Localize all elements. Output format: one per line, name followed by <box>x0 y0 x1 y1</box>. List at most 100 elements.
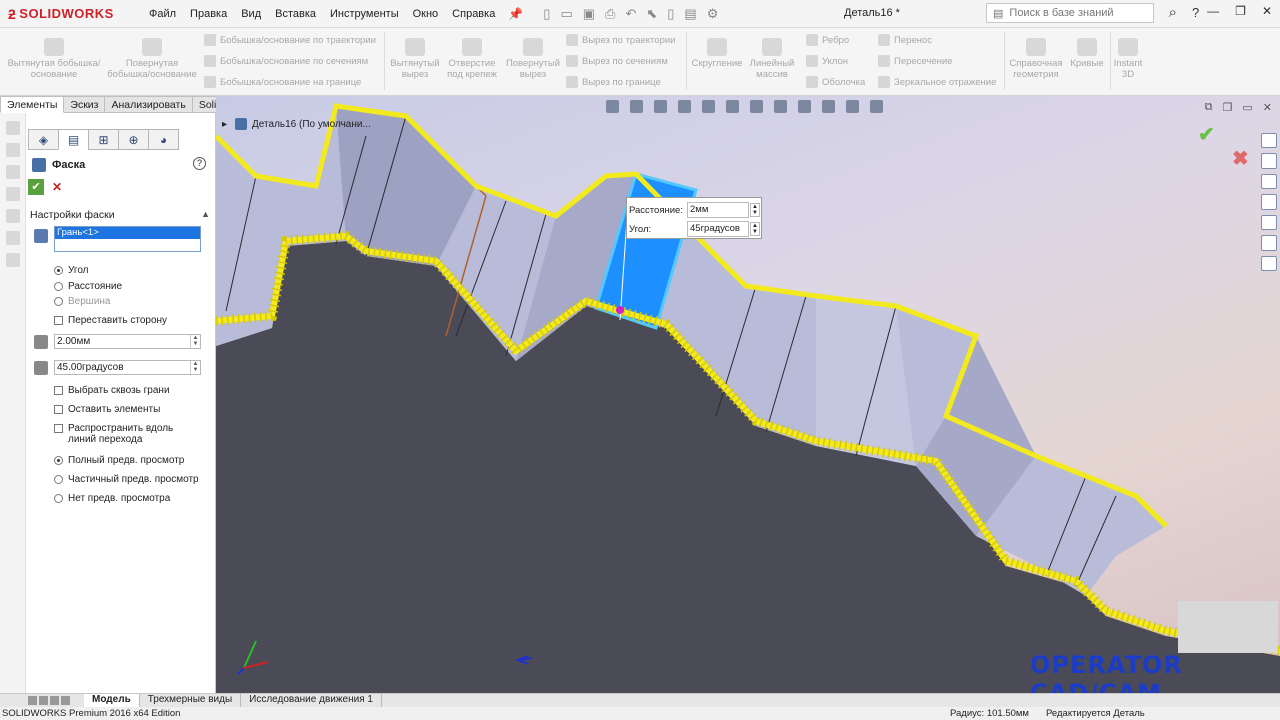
spinner-icon[interactable]: ▲ ▼ <box>750 203 760 217</box>
pin-menu-icon[interactable]: 📌 <box>508 7 523 21</box>
dynamic-annotation-icon[interactable] <box>702 100 715 113</box>
strip-tool-icon[interactable] <box>5 143 20 157</box>
first-tab-icon[interactable] <box>28 696 37 705</box>
menu-window[interactable]: Окно <box>406 8 446 20</box>
full-preview-radio[interactable]: Полный предв. просмотр <box>54 455 184 466</box>
pm-help-icon[interactable]: ? <box>193 157 206 170</box>
open-icon[interactable]: ▭ <box>560 6 572 22</box>
confirm-cancel-icon[interactable]: ✖ <box>1232 146 1249 171</box>
radio-distance-distance[interactable]: Расстояние <box>54 281 122 292</box>
dimxpert-tab-icon[interactable]: ⊕ <box>118 129 149 150</box>
chamfer-settings-header[interactable]: Настройки фаски ▲ <box>30 209 212 223</box>
rib-button[interactable]: Ребро <box>806 34 849 46</box>
cancel-button[interactable]: ✕ <box>52 179 64 195</box>
view-orientation-icon[interactable] <box>726 100 739 113</box>
boundary-cut-button[interactable]: Вырез по границе <box>566 76 661 88</box>
previous-view-icon[interactable] <box>654 100 667 113</box>
checkbox-icon[interactable] <box>54 405 63 414</box>
close-icon[interactable]: ✕ <box>1262 4 1272 18</box>
ok-button[interactable]: ✔ <box>28 179 44 195</box>
prev-tab-icon[interactable] <box>39 696 48 705</box>
help-icon[interactable]: ? <box>1192 5 1199 20</box>
confirm-ok-icon[interactable]: ✔ <box>1198 122 1215 147</box>
checkbox-icon[interactable] <box>54 316 63 325</box>
menu-file[interactable]: Файл <box>142 8 183 20</box>
viewport-restore-icon[interactable]: ▭ <box>1242 101 1252 114</box>
face-selection-list[interactable]: Грань<1> <box>54 226 201 252</box>
reference-geometry-button[interactable]: Справочная геометрия <box>1006 38 1066 80</box>
feature-manager-tab-icon[interactable]: ◈ <box>28 129 59 150</box>
linear-pattern-button[interactable]: Линейный массив <box>746 38 798 80</box>
viewport-close-icon[interactable]: ✕ <box>1263 101 1272 114</box>
last-tab-icon[interactable] <box>61 696 70 705</box>
print-icon[interactable]: ⎙ <box>605 6 615 22</box>
strip-tool-icon[interactable] <box>5 121 20 135</box>
curves-button[interactable]: Кривые <box>1066 38 1108 69</box>
list-item[interactable]: Грань<1> <box>55 227 200 239</box>
apply-scene-icon[interactable] <box>822 100 835 113</box>
swept-cut-button[interactable]: Вырез по траектории <box>566 34 675 46</box>
tab-features[interactable]: Элементы <box>0 96 65 113</box>
mirror-button[interactable]: Зеркальное отражение <box>878 76 996 88</box>
zoom-to-fit-icon[interactable] <box>606 100 619 113</box>
callout-angle-input[interactable]: 45градусов ▲ ▼ <box>687 221 760 237</box>
zoom-to-area-icon[interactable] <box>630 100 643 113</box>
graphics-area[interactable]: ▸ Деталь16 (По умолчани... ⧉ ❐ ▭ ✕ ✔ ✖ Ра… <box>216 96 1280 693</box>
revolved-boss-button[interactable]: Повернутая бобышка/основание <box>104 38 200 80</box>
property-manager-tab-icon[interactable]: ▤ <box>58 129 89 150</box>
keep-features-checkbox[interactable]: Оставить элементы <box>54 404 160 415</box>
fillet-button[interactable]: Скругление <box>688 38 746 69</box>
shell-button[interactable]: Оболочка <box>806 76 865 88</box>
revolved-cut-button[interactable]: Повернутый вырез <box>502 38 564 80</box>
options-gear-icon[interactable]: ⚙ <box>707 6 719 22</box>
tangent-propagation-checkbox[interactable]: Распространить вдоль линий перехода <box>54 423 204 445</box>
extruded-cut-button[interactable]: Вытянутый вырез <box>386 38 444 80</box>
radio-angle-distance[interactable]: Угол <box>54 265 89 276</box>
display-style-icon[interactable] <box>750 100 763 113</box>
knowledge-search-input[interactable]: ▤ Поиск в базе знаний ⌕ <box>986 3 1177 23</box>
viewport-tile-icon[interactable]: ⧉ <box>1205 101 1213 114</box>
restore-icon[interactable]: ❐ <box>1235 4 1246 18</box>
radio-icon[interactable] <box>54 282 63 291</box>
radio-vertex[interactable]: Вершина <box>54 296 111 307</box>
radio-icon[interactable] <box>54 494 63 503</box>
strip-tool-icon[interactable] <box>5 209 20 223</box>
tab-evaluate[interactable]: Анализировать <box>105 96 193 113</box>
checkbox-icon[interactable] <box>54 424 63 433</box>
collapse-icon[interactable]: ▲ <box>201 209 210 219</box>
feature-tree-flyout[interactable]: ▸ Деталь16 (По умолчани... <box>222 118 371 130</box>
select-through-faces-checkbox[interactable]: Выбрать сквозь грани <box>54 385 170 396</box>
menu-insert[interactable]: Вставка <box>268 8 323 20</box>
menu-help[interactable]: Справка <box>445 8 502 20</box>
view-settings-icon[interactable] <box>846 100 859 113</box>
radio-icon[interactable] <box>54 475 63 484</box>
strip-tool-icon[interactable] <box>5 253 20 267</box>
appearances-icon[interactable] <box>1261 214 1277 231</box>
angle-input[interactable]: 45.00градусов ▲ ▼ <box>54 360 201 375</box>
instant3d-button[interactable]: Instant 3D <box>1112 38 1144 80</box>
design-library-icon[interactable] <box>1261 153 1277 169</box>
menu-edit[interactable]: Правка <box>183 8 234 20</box>
tab-model[interactable]: Модель <box>84 694 140 707</box>
undo-icon[interactable]: ↶ <box>625 6 636 22</box>
tab-sketch[interactable]: Эскиз <box>64 96 106 113</box>
radio-icon[interactable] <box>54 266 63 275</box>
lofted-boss-button[interactable]: Бобышка/основание по сечениям <box>204 55 368 67</box>
hide-show-icon[interactable] <box>774 100 787 113</box>
viewport-split-icon[interactable]: ❐ <box>1223 101 1233 114</box>
next-tab-icon[interactable] <box>50 696 59 705</box>
radio-icon[interactable] <box>54 456 63 465</box>
edit-appearance-icon[interactable] <box>798 100 811 113</box>
menu-tools[interactable]: Инструменты <box>323 8 406 20</box>
part-model[interactable] <box>216 96 1280 693</box>
file-explorer-icon[interactable] <box>1261 173 1277 190</box>
boundary-boss-button[interactable]: Бобышка/основание на границе <box>204 76 361 88</box>
tab-3d-views[interactable]: Трехмерные виды <box>140 694 242 707</box>
partial-preview-radio[interactable]: Частичный предв. просмотр <box>54 474 199 485</box>
monitor-icon[interactable] <box>870 100 883 113</box>
extruded-boss-button[interactable]: Вытянутая бобышка/основание <box>6 38 102 80</box>
spinner-icon[interactable]: ▲ ▼ <box>750 222 760 236</box>
select-icon[interactable]: ⬉ <box>646 6 657 22</box>
search-icon[interactable]: ⌕ <box>1169 4 1177 21</box>
spinner-icon[interactable]: ▲ ▼ <box>190 361 200 374</box>
